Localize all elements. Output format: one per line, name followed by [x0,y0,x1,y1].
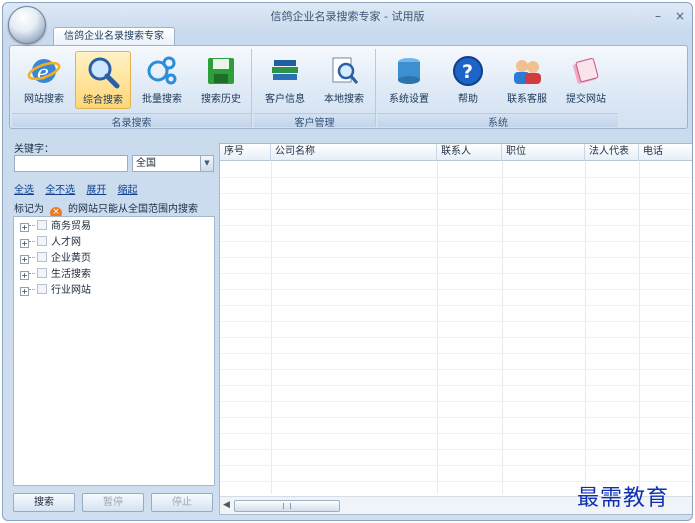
tree-item[interactable]: + 商务贸易 [20,220,91,235]
results-table: 序号 公司名称 联系人 职位 法人代表 电话 ◀ [219,143,692,515]
local-search-button[interactable]: 本地搜索 [316,51,372,109]
combined-search-button[interactable]: 综合搜索 [75,51,131,109]
expand-icon[interactable]: + [20,255,29,264]
expand-icon[interactable]: + [20,287,29,296]
books-icon [272,60,298,80]
grid-line [220,433,692,434]
tree-item[interactable]: + 企业黄页 [20,252,91,267]
grid-line [220,305,692,306]
search-panel: 关键字： 全国 ▼ 全选 全不选 展开 缩起 标记为 × 的网站只能从全国范围内搜索… [9,134,215,519]
select-none-link[interactable]: 全不选 [45,185,75,196]
submit-website-button[interactable]: 提交网站 [558,51,614,109]
grid-line [220,465,692,466]
database-icon [398,58,420,84]
customer-info-button[interactable]: 客户信息 [257,51,313,109]
ie-globe-icon: e [27,59,61,84]
expand-icon[interactable]: + [20,239,29,248]
column-header[interactable]: 法人代表 [585,144,639,161]
column-header[interactable]: 序号 [220,144,271,161]
checkbox[interactable] [37,252,47,262]
column-header[interactable]: 公司名称 [271,144,437,161]
region-select[interactable]: 全国 ▼ [132,155,214,172]
magnifier-icon [88,57,120,89]
grid-line [220,209,692,210]
app-menu-orb[interactable] [8,6,46,44]
grid-line [220,257,692,258]
scroll-left-icon[interactable]: ◀ [223,500,230,510]
checkbox[interactable] [37,236,47,246]
ribbon-group-label: 客户管理 [254,113,375,129]
column-header[interactable]: 电话 [639,144,692,161]
help-icon: ? [453,56,483,86]
grid-line [639,161,640,494]
ribbon: e 网站搜索 综合搜索 批量搜索 搜索历史 名录搜索 客户信息 本地搜索 客户管… [9,45,688,129]
molecule-icon [147,56,177,85]
ribbon-group-label: 系统 [378,113,618,129]
grid-line [220,337,692,338]
grid-line [220,241,692,242]
svg-text:?: ? [462,61,473,83]
watermark: 最需教育 [577,486,670,511]
checkbox[interactable] [37,268,47,278]
expand-icon[interactable]: + [20,223,29,232]
search-history-button[interactable]: 搜索历史 [193,51,249,109]
column-header[interactable]: 职位 [502,144,585,161]
grid-line [220,449,692,450]
website-search-button[interactable]: e 网站搜索 [16,51,72,109]
tree-actions: 全选 全不选 展开 缩起 [14,181,146,196]
ribbon-group-label: 名录搜索 [12,113,251,129]
grid-line [220,193,692,194]
ribbon-group-system: 系统设置 ? 帮助 联系客服 提交网站 系统 [378,49,618,129]
floppy-disk-icon [208,58,234,84]
checkbox[interactable] [37,220,47,230]
tree-item[interactable]: + 行业网站 [20,284,91,299]
grid-line [220,177,692,178]
search-button[interactable]: 搜索 [13,493,75,512]
pause-button[interactable]: 暂停 [82,493,144,512]
stop-button[interactable]: 停止 [151,493,213,512]
keyword-input[interactable] [14,155,128,172]
batch-search-button[interactable]: 批量搜索 [134,51,190,109]
ribbon-group-search: e 网站搜索 综合搜索 批量搜索 搜索历史 名录搜索 [12,49,252,129]
chevron-down-icon[interactable]: ▼ [200,156,213,171]
grid-line [220,385,692,386]
grid-line [220,401,692,402]
grid-line [271,161,272,494]
collapse-link[interactable]: 缩起 [118,185,138,196]
tree-item[interactable]: + 生活搜索 [20,268,91,283]
grid-line [220,289,692,290]
window-title: 信鸽企业名录搜索专家 - 试用版 [270,10,425,23]
close-button[interactable]: × [675,9,685,23]
ribbon-group-customers: 客户信息 本地搜索 客户管理 [254,49,376,129]
column-header[interactable]: 联系人 [437,144,502,161]
grid-line [437,161,438,494]
grid-line [220,273,692,274]
grid-line [220,321,692,322]
select-all-link[interactable]: 全选 [14,185,34,196]
grid-line [502,161,503,494]
expand-link[interactable]: 展开 [86,185,106,196]
grid-line [220,369,692,370]
contact-support-button[interactable]: 联系客服 [499,51,555,109]
grid-line [220,417,692,418]
region-value: 全国 [136,158,156,169]
system-settings-button[interactable]: 系统设置 [381,51,437,109]
ribbon-tab-main[interactable]: 信鸽企业名录搜索专家 [53,27,175,46]
table-header: 序号 公司名称 联系人 职位 法人代表 电话 [220,144,692,161]
tree-item[interactable]: + 人才网 [20,236,81,251]
grid-line [220,353,692,354]
document-search-icon [332,57,359,84]
keyword-label: 关键字： [14,144,54,155]
scrollbar-thumb[interactable] [234,500,340,512]
grid-line [220,225,692,226]
checkbox[interactable] [37,284,47,294]
users-icon [514,60,541,84]
app-window: 信鸽企业名录搜索专家 - 试用版 – × 信鸽企业名录搜索专家 e 网站搜索 综… [2,2,693,521]
help-button[interactable]: ? 帮助 [440,51,496,109]
category-tree: + 商务贸易 + 人才网 + 企业黄页 + 生活搜索 + 行业网站 [13,216,215,486]
expand-icon[interactable]: + [20,271,29,280]
grid-line [585,161,586,494]
book-submit-icon [573,57,599,84]
minimize-button[interactable]: – [655,9,661,23]
